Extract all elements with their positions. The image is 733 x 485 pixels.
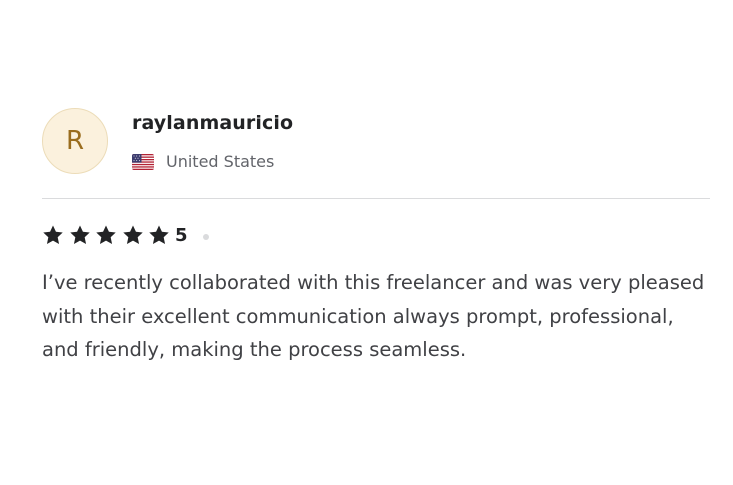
star-rating: [42, 224, 170, 246]
avatar[interactable]: R: [42, 108, 108, 174]
reviewer-username[interactable]: raylanmauricio: [132, 112, 293, 134]
separator-dot: [202, 233, 209, 240]
review-text: I’ve recently collaborated with this fre…: [42, 271, 705, 361]
avatar-initial: R: [65, 126, 85, 156]
country-name: United States: [166, 152, 275, 171]
us-flag-icon: [132, 153, 154, 170]
review-card: R raylanmauricio United States 5 I’ve re…: [42, 108, 710, 361]
star-icon: [43, 225, 63, 244]
reviewer-header: R raylanmauricio United States: [42, 108, 710, 176]
divider: [42, 198, 710, 199]
reviewer-country: United States: [132, 152, 274, 171]
rating-value: 5: [175, 224, 188, 246]
star-icon: [96, 225, 116, 244]
star-icon: [149, 225, 169, 244]
star-icon: [69, 225, 90, 244]
star-icon: [122, 225, 143, 244]
rating-row: 5: [42, 223, 209, 247]
